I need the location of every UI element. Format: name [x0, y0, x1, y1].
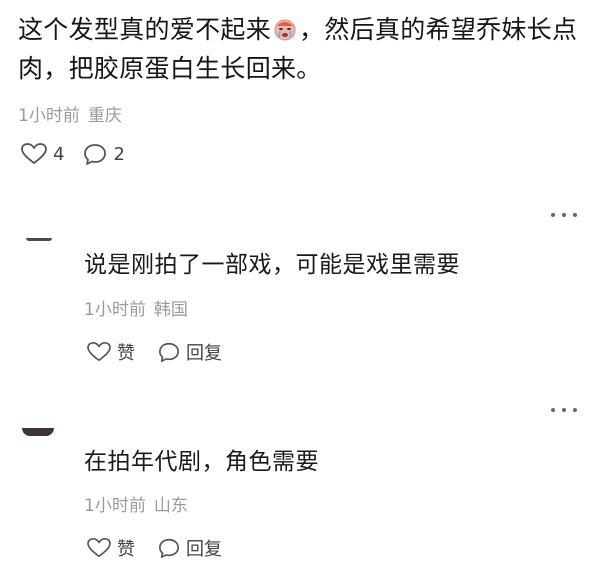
reply-label: 回复: [186, 343, 222, 364]
avatar[interactable]: [26, 238, 52, 241]
reply-text: 说是刚拍了一部戏，可能是戏里需要: [84, 252, 460, 278]
crying-face-icon: [274, 19, 296, 41]
comment-actions: 4 2: [20, 142, 125, 166]
reply-actions: 赞 回复: [86, 535, 222, 561]
comment-button[interactable]: 2: [82, 142, 125, 166]
more-dots-icon[interactable]: [551, 408, 577, 412]
like-button[interactable]: 4: [20, 142, 64, 166]
reply-location: 韩国: [153, 300, 188, 320]
like-button[interactable]: 赞: [86, 535, 135, 561]
comment-text: 这个发型真的爱不起来 ，然后真的希望乔妹长点肉，把胶原蛋白生长回来。: [18, 10, 583, 88]
reply-meta: 1小时前 韩国: [84, 295, 188, 320]
reply-text: 在拍年代剧，角色需要: [84, 449, 319, 475]
comment-text-part1: 这个发型真的爱不起来: [18, 15, 272, 44]
reply-time: 1小时前: [84, 496, 146, 516]
comment-time: 1小时前: [18, 106, 80, 126]
reply-label: 回复: [186, 539, 222, 560]
like-label: 赞: [117, 539, 135, 560]
reply-button[interactable]: 回复: [157, 339, 222, 365]
like-count: 4: [53, 143, 65, 165]
avatar[interactable]: [22, 428, 54, 436]
reply-button[interactable]: 回复: [157, 535, 222, 561]
speech-bubble-icon: [84, 144, 107, 165]
speech-bubble-icon: [159, 538, 179, 558]
like-label: 赞: [117, 343, 135, 364]
heart-outline-icon: [87, 342, 111, 362]
more-dots-icon[interactable]: [551, 213, 577, 217]
heart-outline-icon: [87, 538, 111, 558]
heart-outline-icon: [21, 143, 47, 164]
reply-location: 山东: [153, 496, 188, 516]
speech-bubble-icon: [159, 342, 179, 362]
reply-time: 1小时前: [84, 300, 146, 320]
comment-count: 2: [113, 143, 125, 165]
reply-meta: 1小时前 山东: [84, 491, 188, 516]
comment-meta: 1小时前 重庆: [18, 101, 122, 126]
like-button[interactable]: 赞: [86, 339, 135, 365]
reply-actions: 赞 回复: [86, 339, 222, 365]
comment-location: 重庆: [87, 106, 122, 126]
